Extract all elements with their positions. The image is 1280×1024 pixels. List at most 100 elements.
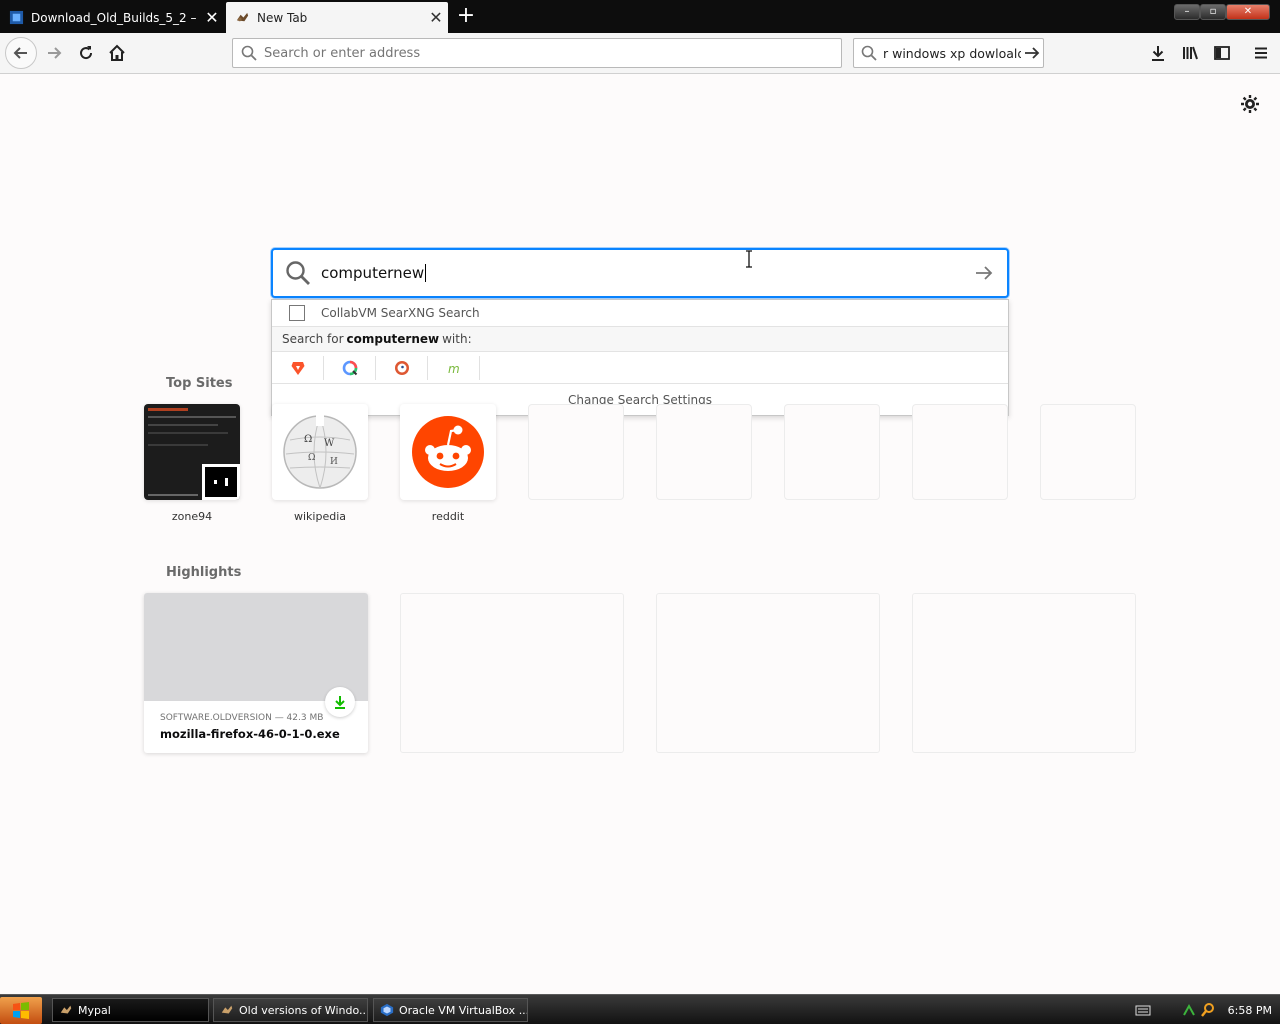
site-thumbnail xyxy=(144,404,240,500)
suggestion-engine-label: CollabVM SearXNG Search xyxy=(321,306,480,320)
highlight-meta: SOFTWARE.OLDVERSION — 42.3 MB xyxy=(160,713,324,723)
menu-button[interactable] xyxy=(1246,38,1276,68)
library-button[interactable] xyxy=(1175,38,1205,68)
downloads-button[interactable] xyxy=(1143,38,1173,68)
arrow-left-icon xyxy=(13,47,27,59)
engine-duckduckgo-button[interactable] xyxy=(376,355,428,380)
mojeek-icon: m xyxy=(448,362,460,376)
suggestion-engine-row[interactable]: CollabVM SearXNG Search xyxy=(272,300,1008,327)
search-suggestions-panel: CollabVM SearXNG Search Search for compu… xyxy=(271,299,1009,416)
windows-logo-icon xyxy=(13,1001,29,1019)
forward-button[interactable] xyxy=(39,38,69,68)
qwant-icon xyxy=(342,360,357,375)
mypal-icon xyxy=(221,1005,233,1014)
newtab-settings-gear-icon[interactable] xyxy=(1239,93,1261,115)
taskbar-item-label: Old versions of Windo... xyxy=(239,1003,368,1017)
window-controls: – ▫ ✕ xyxy=(1174,4,1270,20)
site-thumbnail: Ω W Ω И xyxy=(272,404,368,500)
taskbar-item-label: Mypal xyxy=(78,1003,111,1017)
hamburger-menu-icon xyxy=(1255,47,1267,59)
tab-new-tab[interactable]: New Tab ✕ xyxy=(226,2,448,33)
tab-title: New Tab xyxy=(257,10,308,25)
navigation-toolbar: r windows xp dowloald xyxy=(0,33,1280,74)
highlight-card-download[interactable]: SOFTWARE.OLDVERSION — 42.3 MB mozilla-fi… xyxy=(144,593,368,753)
address-bar[interactable] xyxy=(232,38,842,68)
search-bar[interactable]: r windows xp dowloald xyxy=(853,38,1044,68)
taskbar-item-label: Oracle VM VirtualBox ... xyxy=(399,1003,528,1017)
newtab-search-input[interactable]: computernew xyxy=(321,264,961,283)
site-label: zone94 xyxy=(171,510,213,523)
tab-close-icon[interactable]: ✕ xyxy=(200,8,224,27)
sidebar-icon xyxy=(1214,46,1230,60)
site-thumbnail xyxy=(400,404,496,500)
search-submit-arrow-icon[interactable] xyxy=(961,250,1007,296)
top-site-wikipedia[interactable]: Ω W Ω И wikipedia xyxy=(272,404,368,523)
taskbar-item-mypal[interactable]: Mypal xyxy=(52,998,209,1022)
network-icon[interactable] xyxy=(1181,1002,1197,1018)
tab-close-icon[interactable]: ✕ xyxy=(424,8,448,27)
sidebar-button[interactable] xyxy=(1207,38,1237,68)
system-tray: 6:58 PM xyxy=(1135,999,1272,1021)
zone94-favicon-icon xyxy=(202,464,240,500)
home-icon xyxy=(109,44,125,61)
taskbar-item-old-versions[interactable]: Old versions of Windo... xyxy=(213,998,368,1022)
tab-title: Download_Old_Builds_5_2 – Oracle xyxy=(31,10,200,25)
reddit-icon xyxy=(412,416,484,488)
new-tab-plus-icon[interactable]: + xyxy=(454,4,478,30)
home-button[interactable] xyxy=(102,38,132,68)
site-label: reddit xyxy=(431,510,465,523)
empty-top-site-slot xyxy=(784,404,880,500)
change-search-settings-button[interactable]: Change Search Settings xyxy=(272,384,1008,416)
mypal-favicon-icon xyxy=(236,12,249,22)
empty-top-site-slot xyxy=(528,404,624,500)
keyboard-icon[interactable] xyxy=(1135,1004,1151,1016)
virtualbox-icon xyxy=(380,1003,394,1017)
engine-checkbox[interactable] xyxy=(289,305,305,321)
svg-text:m: m xyxy=(448,362,460,376)
newtab-search-box[interactable]: computernew xyxy=(271,248,1009,298)
empty-top-site-slot xyxy=(1040,404,1136,500)
taskbar-item-virtualbox[interactable]: Oracle VM VirtualBox ... xyxy=(373,998,528,1022)
reload-icon xyxy=(80,46,93,60)
top-site-reddit[interactable]: reddit xyxy=(400,404,496,523)
download-badge-icon xyxy=(325,687,355,717)
empty-highlight-slot xyxy=(400,593,624,753)
start-button[interactable] xyxy=(0,997,42,1024)
top-site-zone94[interactable]: zone94 xyxy=(144,404,240,523)
site-label: wikipedia xyxy=(293,510,346,523)
arrow-right-icon xyxy=(48,47,62,59)
download-icon xyxy=(1152,46,1164,61)
tab-bar: Download_Old_Builds_5_2 – Oracle ✕ New T… xyxy=(0,0,1280,33)
one-off-engines-row: m xyxy=(272,352,1008,384)
search-icon xyxy=(861,45,877,61)
engine-mojeek-button[interactable]: m xyxy=(428,355,480,380)
tab-download-old-builds[interactable]: Download_Old_Builds_5_2 – Oracle ✕ xyxy=(0,2,224,33)
empty-highlight-slot xyxy=(656,593,880,753)
search-for-prefix: Search for xyxy=(282,332,344,346)
text-caret xyxy=(425,264,427,283)
highlights-heading: Highlights xyxy=(166,565,242,580)
reload-button[interactable] xyxy=(71,38,101,68)
taskbar-clock[interactable]: 6:58 PM xyxy=(1228,1004,1272,1017)
close-window-button[interactable]: ✕ xyxy=(1226,4,1270,20)
windows-taskbar: Mypal Old versions of Windo... Oracle VM… xyxy=(0,994,1280,1024)
search-icon xyxy=(286,261,310,285)
back-button[interactable] xyxy=(5,37,37,69)
mouse-ibeam-cursor-icon xyxy=(746,250,752,268)
address-input[interactable] xyxy=(264,45,824,61)
minimize-button[interactable]: – xyxy=(1174,4,1200,20)
maximize-button[interactable]: ▫ xyxy=(1200,4,1226,20)
top-sites-heading: Top Sites xyxy=(166,376,233,391)
search-for-header: Search for computernew with: xyxy=(272,327,1008,352)
empty-highlight-slot xyxy=(912,593,1136,753)
duckduckgo-icon xyxy=(394,360,409,375)
engine-brave-button[interactable] xyxy=(272,355,324,380)
search-icon xyxy=(241,45,257,61)
engine-qwant-button[interactable] xyxy=(324,355,376,380)
search-go-arrow-icon[interactable] xyxy=(1021,39,1043,67)
library-icon xyxy=(1183,46,1198,60)
search-tray-icon[interactable] xyxy=(1200,1002,1216,1018)
brave-icon xyxy=(291,361,304,375)
svg-text:И: И xyxy=(330,457,338,467)
search-bar-value[interactable]: r windows xp dowloald xyxy=(883,46,1021,61)
